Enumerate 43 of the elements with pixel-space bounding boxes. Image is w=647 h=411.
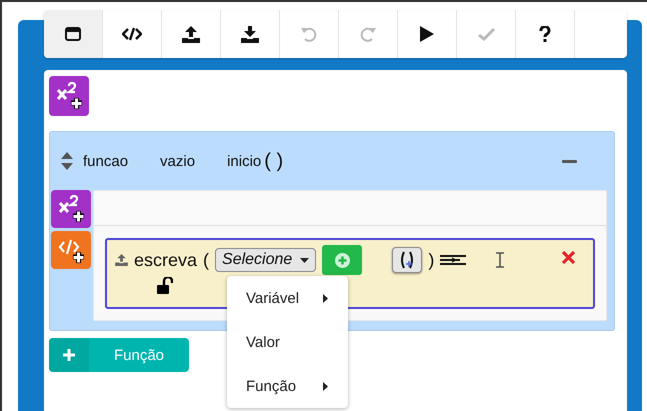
sort-handle-icon[interactable] bbox=[61, 152, 73, 170]
collapse-icon[interactable] bbox=[562, 160, 577, 162]
help-icon bbox=[539, 26, 551, 42]
upload-icon bbox=[182, 26, 200, 42]
upload-button[interactable] bbox=[162, 10, 221, 58]
undo-icon bbox=[300, 25, 318, 43]
line-break-toggle-icon[interactable] bbox=[440, 254, 466, 266]
menu-item[interactable]: Valor bbox=[227, 320, 348, 364]
command-keyword: escreva bbox=[134, 250, 198, 270]
output-icon bbox=[115, 254, 128, 266]
variable-plus-icon bbox=[55, 82, 83, 110]
return-type[interactable]: vazio bbox=[160, 152, 196, 170]
text-cursor-icon[interactable] bbox=[496, 252, 504, 268]
download-button[interactable] bbox=[221, 10, 280, 58]
add-command-button[interactable] bbox=[51, 231, 91, 269]
play-icon bbox=[420, 26, 434, 42]
function-name[interactable]: inicio bbox=[227, 152, 262, 170]
unlocked-padlock-icon[interactable] bbox=[157, 277, 173, 294]
parenthesis-plus-icon bbox=[399, 251, 416, 269]
close-icon[interactable] bbox=[562, 251, 575, 264]
check-icon bbox=[478, 28, 494, 40]
play-button[interactable] bbox=[398, 10, 457, 58]
help-button[interactable] bbox=[516, 10, 575, 58]
download-icon bbox=[241, 26, 259, 42]
window-button[interactable] bbox=[44, 10, 103, 58]
code-button[interactable] bbox=[103, 10, 162, 58]
plus-circle-icon bbox=[334, 252, 350, 268]
value-dropdown[interactable]: Selecione bbox=[215, 248, 316, 272]
add-parenthesis-button[interactable] bbox=[392, 247, 422, 273]
function-parameters[interactable]: ( ) bbox=[264, 150, 284, 172]
menu-item[interactable]: Função bbox=[227, 364, 348, 408]
caret-icon bbox=[300, 258, 310, 262]
close-parenthesis: ) bbox=[428, 250, 434, 270]
add-variable-button[interactable] bbox=[49, 76, 89, 116]
plus-icon bbox=[63, 349, 75, 361]
add-variable-button[interactable] bbox=[51, 190, 91, 228]
redo-icon bbox=[359, 25, 377, 43]
open-parenthesis: ( bbox=[203, 250, 210, 270]
menu-item[interactable]: Variável bbox=[227, 276, 348, 320]
window-icon bbox=[65, 27, 81, 41]
code-icon bbox=[122, 27, 142, 41]
variable-plus-icon bbox=[57, 195, 85, 223]
function-keyword: funcao bbox=[83, 152, 128, 170]
